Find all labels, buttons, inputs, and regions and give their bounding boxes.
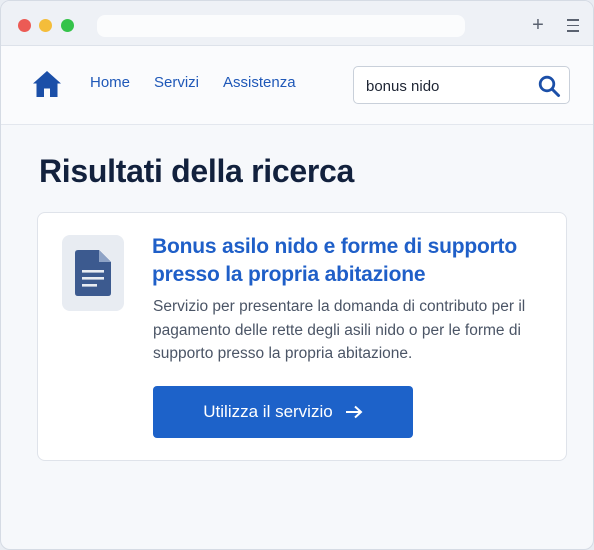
page-title: Risultati della ricerca (39, 153, 355, 189)
result-title-link[interactable]: Bonus asilo nido e forme di supporto pre… (152, 233, 552, 289)
minimize-window-button[interactable] (39, 19, 52, 32)
document-icon (75, 250, 111, 296)
plus-icon[interactable]: + (528, 11, 548, 39)
result-card: Bonus asilo nido e forme di supporto pre… (37, 212, 567, 461)
document-tile (62, 235, 124, 311)
nav-link-servizi[interactable]: Servizi (154, 74, 199, 91)
hamburger-icon[interactable] (563, 15, 583, 36)
address-bar[interactable] (97, 15, 465, 37)
search-icon[interactable] (537, 74, 561, 98)
use-service-label: Utilizza il servizio (203, 402, 333, 421)
close-window-button[interactable] (18, 19, 31, 32)
search-input[interactable] (366, 76, 526, 96)
home-icon[interactable] (31, 68, 63, 100)
result-description: Servizio per presentare la domanda di co… (153, 298, 526, 362)
site-header: Home Servizi Assistenza (1, 46, 593, 125)
nav-link-home[interactable]: Home (90, 74, 130, 91)
nav-link-assistenza[interactable]: Assistenza (223, 74, 296, 91)
use-service-button[interactable]: Utilizza il servizio (153, 386, 413, 438)
browser-window: + Home Servizi Assistenza Risultati dell… (0, 0, 594, 550)
maximize-window-button[interactable] (61, 19, 74, 32)
browser-titlebar: + (1, 1, 593, 46)
search-box (353, 66, 570, 104)
arrow-right-icon (345, 405, 363, 419)
